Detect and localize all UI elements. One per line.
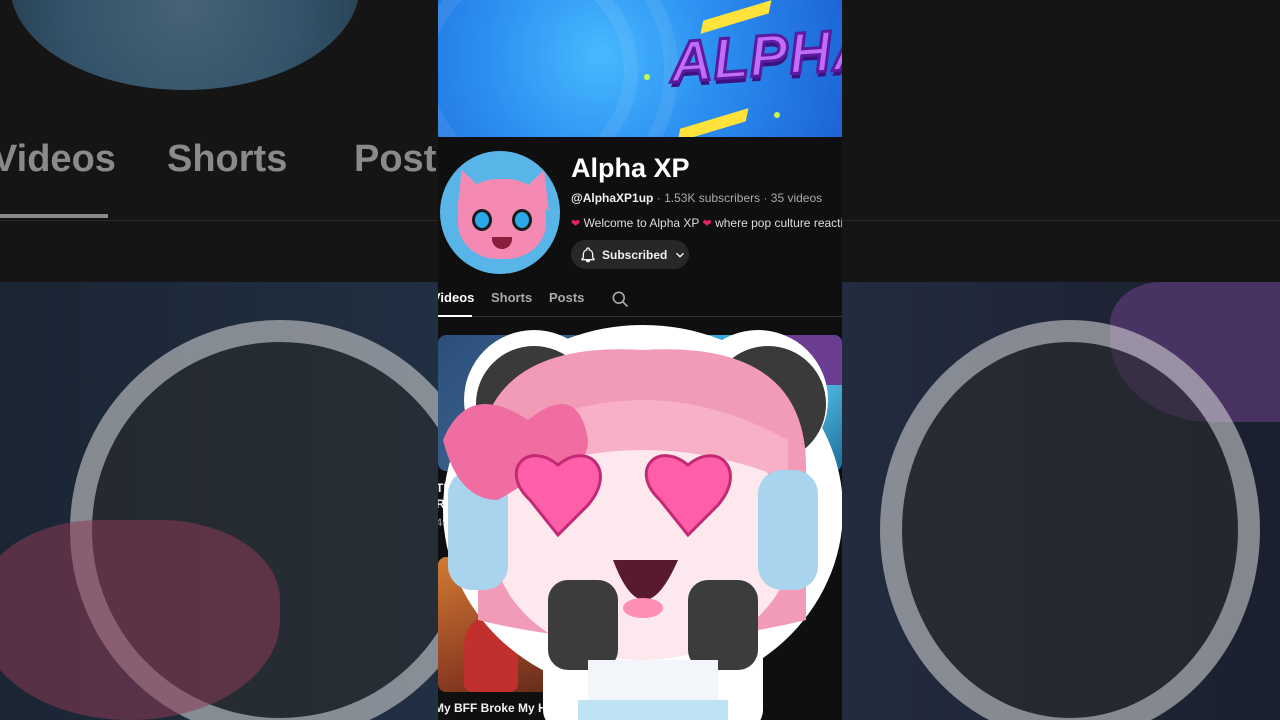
- banner-logo: ALPHA: [666, 14, 842, 96]
- screen: Videos Shorts Posts ALPHA Alpha XP @Alph…: [0, 0, 1280, 720]
- background-mascot-ear-right: [880, 320, 1260, 720]
- mascot-shirt: [588, 660, 718, 720]
- search-icon[interactable]: [610, 289, 630, 314]
- description-text-start: Welcome to Alpha XP: [583, 216, 700, 230]
- mascot-hand-right: [688, 580, 758, 670]
- lightning-bolt-icon: [677, 108, 749, 137]
- sparkle-dot: [644, 74, 650, 80]
- subscribed-button[interactable]: Subscribed: [571, 240, 689, 269]
- channel-description[interactable]: ❤ Welcome to Alpha XP ❤ where pop cultur…: [571, 216, 842, 230]
- video-count: 35 videos: [770, 191, 823, 205]
- video-title[interactable]: EEP: [814, 481, 842, 495]
- background-tab-underline: [0, 214, 108, 218]
- video-title[interactable]: THIS: [438, 481, 456, 495]
- video-thumbnail[interactable]: [438, 557, 568, 692]
- channel-handle[interactable]: @AlphaXP1up: [571, 191, 653, 205]
- background-tab-videos: Videos: [0, 138, 116, 180]
- meta-separator: ·: [760, 191, 771, 205]
- thumbnail-figure: [464, 617, 518, 692]
- channel-avatar[interactable]: [438, 149, 562, 276]
- tab-videos[interactable]: Videos: [438, 290, 474, 305]
- mascot-tongue: [623, 598, 663, 618]
- background-avatar: [10, 0, 360, 90]
- mascot-skirt: [578, 700, 728, 720]
- channel-tabs: Videos Shorts Posts: [438, 284, 842, 317]
- thumbnail-shape: [782, 335, 842, 385]
- tab-shorts[interactable]: Shorts: [491, 290, 532, 305]
- channel-page: ALPHA Alpha XP @AlphaXP1up · 1.53K subsc…: [438, 0, 842, 720]
- video-thumbnail[interactable]: [684, 335, 842, 471]
- background-tab-shorts: Shorts: [167, 138, 288, 180]
- video-meta: 45: [438, 517, 449, 529]
- subscriber-count: 1.53K subscribers: [664, 191, 761, 205]
- heart-icon: ❤: [572, 703, 582, 715]
- heart-icon: ❤: [702, 218, 712, 230]
- video-title-line-2[interactable]: ROB: [438, 497, 456, 511]
- active-tab-underline: [438, 315, 472, 317]
- heart-icon: ❤: [571, 218, 581, 230]
- avatar-eye-left: [472, 209, 492, 231]
- banner-ring: [438, 0, 638, 137]
- sparkle-dot: [774, 112, 780, 118]
- mascot-mouth: [613, 560, 678, 600]
- subscribed-label: Subscribed: [602, 247, 668, 262]
- tab-posts[interactable]: Posts: [549, 290, 584, 305]
- channel-name: Alpha XP: [571, 153, 690, 183]
- video-title[interactable]: My BFF Broke My Heart ❤: [438, 701, 581, 715]
- channel-banner: ALPHA: [438, 0, 842, 137]
- avatar-eye-right: [512, 209, 532, 231]
- video-title-text: My BFF Broke My Heart: [438, 701, 569, 715]
- bell-icon: [581, 246, 595, 262]
- chevron-down-icon: [676, 252, 685, 258]
- meta-separator: ·: [653, 191, 665, 205]
- headphone-right: [758, 470, 818, 590]
- description-text-end: where pop culture reaction: [715, 216, 842, 230]
- background-tabs: Videos Shorts Posts: [0, 138, 457, 218]
- channel-meta: @AlphaXP1up · 1.53K subscribers · 35 vid…: [571, 191, 822, 205]
- video-thumbnail[interactable]: [438, 335, 672, 471]
